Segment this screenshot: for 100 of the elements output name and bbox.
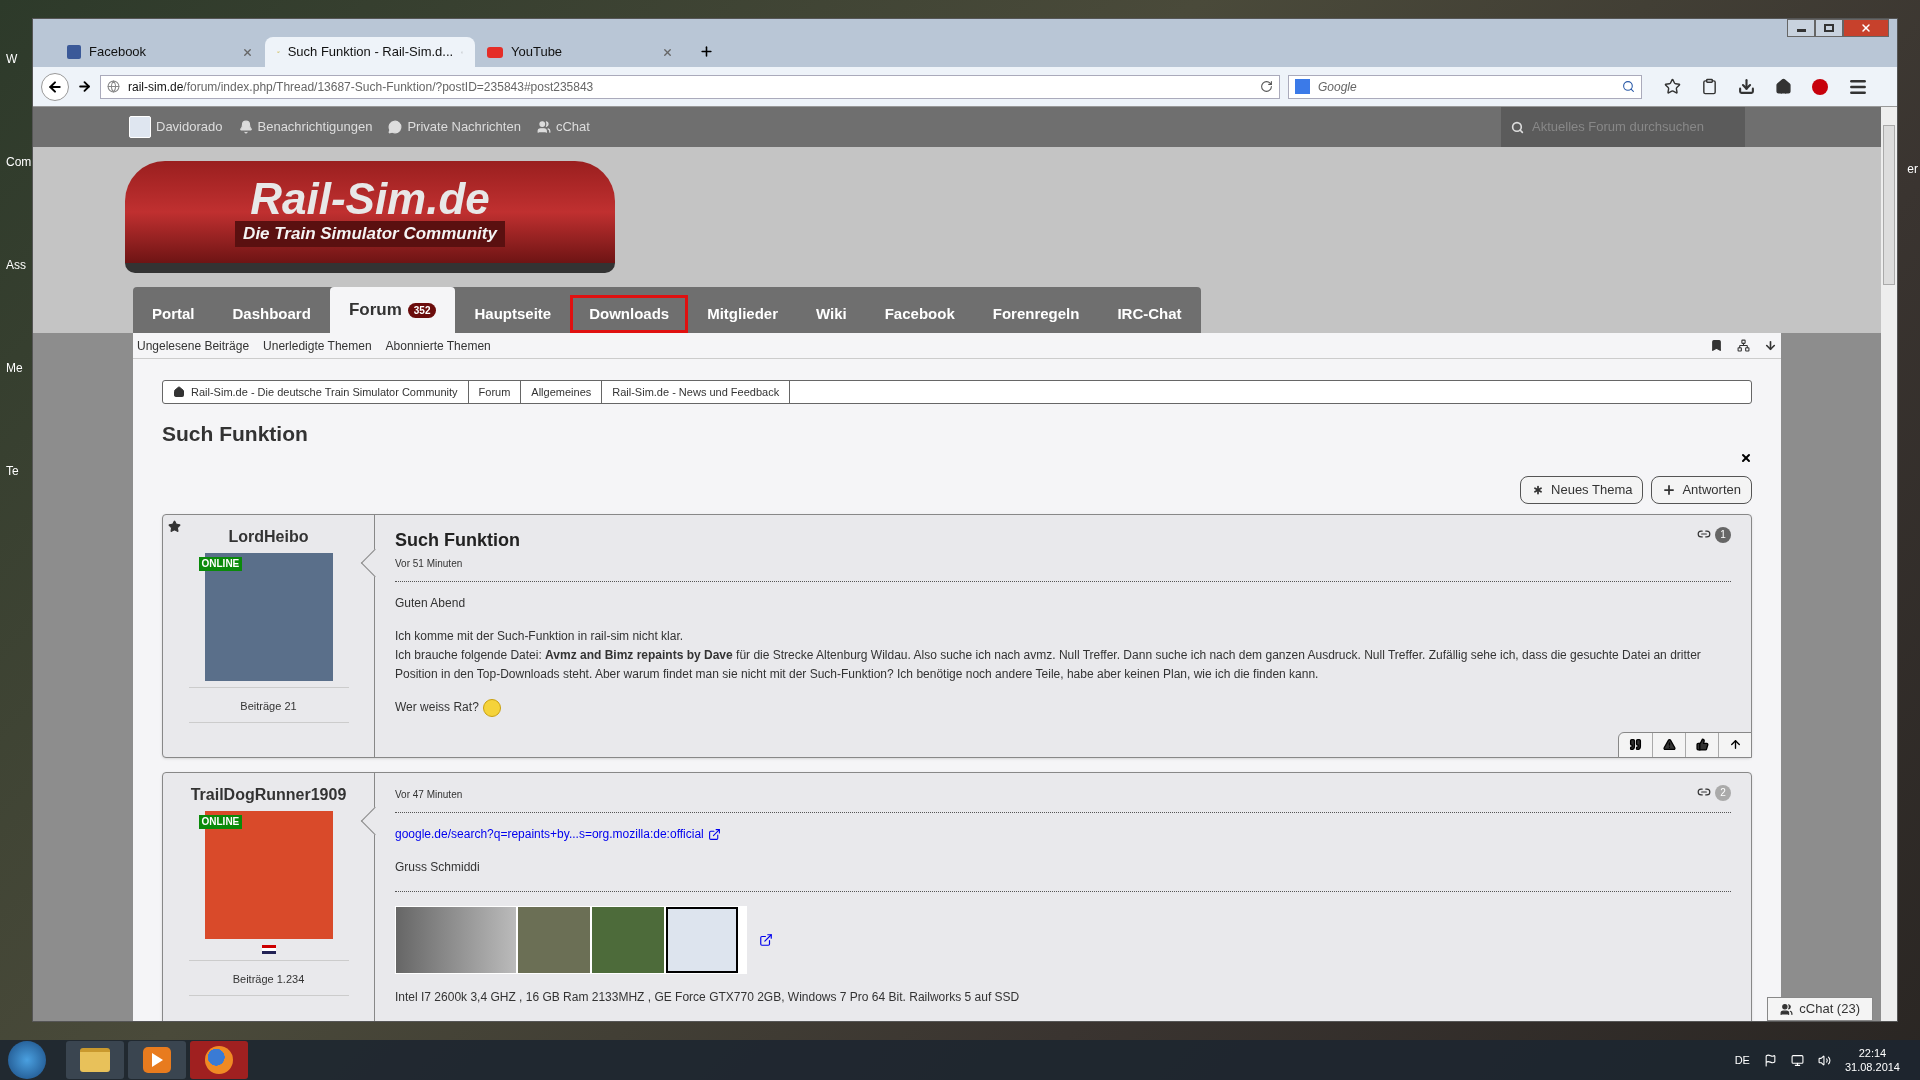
chat-button[interactable]: cChat (23) [1767,997,1873,1021]
desktop-icon-label[interactable]: Me [6,359,30,377]
browser-tab[interactable]: YouTube [475,37,685,67]
scrollbar[interactable] [1881,107,1897,1021]
home-icon [173,386,185,398]
desktop-icon-label[interactable]: Te [6,462,30,480]
taskbar-app-button[interactable] [128,1041,186,1079]
users-icon [536,120,551,134]
avatar-icon [129,116,151,138]
new-tab-icon[interactable] [699,44,714,59]
count-badge: 352 [407,302,437,318]
search-engine-icon [1295,79,1310,94]
user-menu-item[interactable]: Private Nachrichten [388,117,521,137]
desktop-icon-label[interactable]: Ass [6,256,30,274]
minimize-icon [1796,29,1806,32]
users-icon [1780,1002,1794,1016]
action-button[interactable]: Antworten [1651,475,1752,504]
user-menu-item[interactable]: Davidorado [129,116,223,138]
post-text: Guten Abend [395,594,467,612]
nav-tab[interactable]: Forum 352 [329,287,456,333]
back-button[interactable] [41,72,69,101]
breadcrumb-link[interactable]: Allgemeines [521,381,603,403]
facebook-icon [67,45,81,59]
close-icon [1860,22,1872,34]
post-text: Intel I7 2600k 3,4 GHZ , 16 GB Ram 2133MHZ , GE Force GTX770 2GB, Windows 7 Pro 64 Bit. Railworks 5 auf SSD [395,988,1021,1006]
nav-tab[interactable]: Forenregeln [973,295,1099,333]
browser-icon [205,1046,233,1074]
online-badge: ONLINE [198,556,243,571]
globe-icon [107,80,120,93]
browser-tab[interactable]: Facebook [55,37,265,67]
download-icon[interactable] [1738,78,1755,95]
bookmark-icon[interactable] [1710,339,1723,352]
desktop-icon-label[interactable]: Com [6,153,30,171]
external-link-icon [759,932,773,947]
external-link-icon [707,827,721,841]
clock[interactable]: 22:14 31.08.2014 [1844,1046,1900,1074]
search-icon [1511,120,1524,134]
desktop-icon-label[interactable]: er [1907,160,1918,178]
close-icon[interactable] [1740,451,1752,464]
breadcrumb-link[interactable]: Rail-Sim.de - News und Feedback [602,381,791,403]
logo[interactable]: Rail-Sim.de Die Train Simulator Community [125,161,615,273]
nav-tab[interactable]: Dashboard [213,295,330,333]
back-icon [47,78,63,95]
nav-tab[interactable]: Downloads [570,295,689,333]
arrow-down-icon[interactable] [1764,339,1777,352]
post-link[interactable]: google.de/search?q=repaints+by...s=org.mozilla:de:official [395,824,704,844]
warning-icon [1662,738,1676,751]
desktop-icon-label[interactable]: W [6,50,30,68]
sub-nav-link[interactable]: Abonnierte Themen [385,336,491,355]
arrow-up-icon [1728,738,1742,751]
author-name[interactable]: TrailDogRunner1909 [190,782,347,807]
breadcrumb-link[interactable]: Forum [468,381,522,403]
start-button[interactable] [8,1041,46,1079]
search-field[interactable]: Google [1288,74,1642,99]
nav-tab[interactable]: Mitglieder [688,295,797,333]
post-text: Ich komme mit der Such-Funktion in rail-sim nicht klar. [395,627,685,645]
folder-icon [80,1048,110,1072]
nav-tab[interactable]: Portal [133,295,214,333]
post-time: Vor 47 Minuten [395,787,463,802]
volume-icon[interactable] [1817,1053,1831,1067]
quote-icon [1629,738,1642,751]
breadcrumb-link[interactable]: Rail-Sim.de - Die deutsche Train Simulator Community [163,381,469,403]
user-menu-item[interactable]: cChat [536,117,590,137]
post-count: Beiträge 21 [240,698,297,714]
nav-tab[interactable]: IRC-Chat [1098,295,1201,333]
sub-nav-link[interactable]: Ungelesene Beiträge [137,336,250,355]
address-bar[interactable]: rail-sim.de/forum/index.php/Thread/13687-Such-Funktion/?postID=235843#post235843 [100,74,1280,99]
chat-icon [388,120,403,134]
online-badge: ONLINE [198,814,243,829]
nav-tab[interactable]: Hauptseite [455,295,571,333]
thumbs-up-icon [1695,738,1709,751]
nav-tab[interactable]: Facebook [865,295,974,333]
media-player-icon [143,1047,171,1073]
clipboard-icon[interactable] [1701,78,1718,95]
network-icon[interactable] [1790,1053,1804,1067]
sitemap-icon[interactable] [1737,339,1750,352]
home-icon[interactable] [1775,78,1792,95]
taskbar-app-button[interactable] [66,1041,124,1079]
maximize-icon [1824,24,1834,32]
author-name[interactable]: LordHeibo [228,524,309,549]
post-time: Vor 51 Minuten [395,556,464,571]
flag-icon[interactable] [1763,1053,1777,1067]
post-number[interactable]: 1 [1715,526,1731,543]
sub-nav-link[interactable]: Unerledigte Themen [263,336,372,355]
browser-tab[interactable]: Such Funktion - Rail-Sim.d... [265,37,475,67]
action-button[interactable]: Neues Thema [1520,475,1644,504]
plus-icon [1662,482,1677,497]
bookmark-star-icon[interactable] [1664,78,1681,95]
post-count: Beiträge 1.234 [232,971,305,987]
nav-tab[interactable]: Wiki [797,295,866,333]
thread-title: Such Funktion [162,421,309,447]
post-text: Ich brauche folgende Datei: Avmz and Bimz repaints by Dave für die Strecke Altenburg Wildau. Also suche ich nach avmz. Null Treffer. Dann suche ich nach dem ganzen Ausdruck. Null Treffer. Zufällig sehe ich, dass die gesuchte Datei an dritter Position in den Top-Downloads steht. Aber warum findet man sie nicht mit der Such-Funktion? Ich benötige noch andere Teile, habe aber keinen Plan, wie ich die finden kann. [395,646,1702,683]
reload-icon[interactable] [1260,80,1273,93]
user-menu-item[interactable]: Benachrichtigungen [238,117,373,137]
minimize-button[interactable] [1787,19,1815,37]
language-indicator[interactable]: DE [1734,1051,1750,1069]
forward-icon[interactable] [77,79,92,94]
maximize-button[interactable] [1815,19,1843,37]
bell-icon [238,120,253,134]
adblock-icon[interactable] [1812,78,1828,95]
